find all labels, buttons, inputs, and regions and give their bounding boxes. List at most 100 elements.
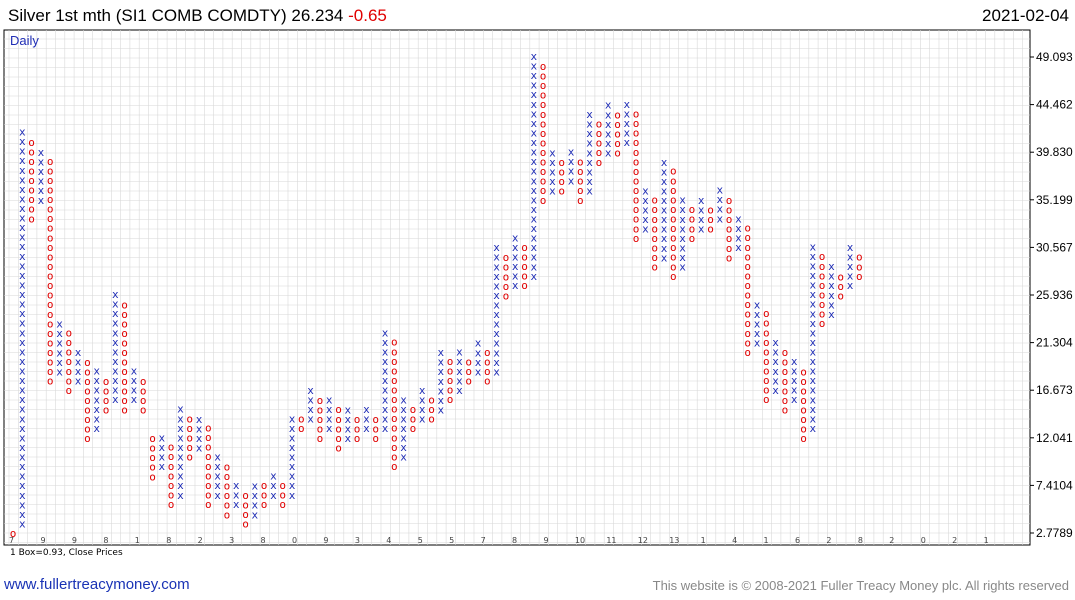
x-month-label: 11 bbox=[606, 536, 616, 545]
pnf-o-mark: o bbox=[335, 403, 342, 416]
pnf-o-mark: o bbox=[819, 250, 826, 263]
pnf-x-mark: x bbox=[679, 194, 686, 207]
pnf-x-mark: x bbox=[270, 470, 277, 483]
pnf-x-mark: x bbox=[475, 337, 482, 350]
pnf-x-mark: x bbox=[530, 50, 537, 63]
pnf-x-mark: x bbox=[493, 241, 500, 254]
x-month-label: 10 bbox=[575, 536, 585, 545]
x-month-label: 8 bbox=[166, 536, 171, 545]
pnf-o-mark: o bbox=[65, 327, 72, 340]
site-link[interactable]: www.fullertreacymoney.com bbox=[4, 576, 190, 593]
pnf-x-mark: x bbox=[196, 413, 203, 426]
pnf-o-mark: o bbox=[205, 422, 212, 435]
pnf-x-mark: x bbox=[177, 403, 184, 416]
pnf-x-mark: x bbox=[131, 364, 138, 377]
pnf-x-mark: x bbox=[112, 288, 119, 301]
pnf-x-mark: x bbox=[456, 346, 463, 359]
pnf-x-mark: x bbox=[363, 403, 370, 416]
pnf-x-mark: x bbox=[56, 318, 63, 331]
x-month-label: 8 bbox=[103, 536, 108, 545]
pnf-o-mark: o bbox=[168, 441, 175, 454]
y-tick-label: 7.4104 bbox=[1036, 478, 1073, 492]
pnf-x-mark: x bbox=[344, 404, 351, 417]
pnf-o-mark: o bbox=[149, 432, 156, 445]
x-month-label: 8 bbox=[261, 536, 266, 545]
pnf-x-mark: x bbox=[382, 326, 389, 339]
x-month-label: 2 bbox=[889, 536, 894, 545]
x-month-label: 7 bbox=[9, 536, 14, 545]
x-month-label: 2 bbox=[198, 536, 203, 545]
pnf-o-mark: o bbox=[596, 118, 603, 131]
pnf-x-mark: x bbox=[93, 365, 100, 378]
pnf-x-mark: x bbox=[754, 298, 761, 311]
pnf-x-mark: x bbox=[158, 431, 165, 444]
pnf-x-mark: x bbox=[642, 184, 649, 197]
pnf-x-mark: x bbox=[586, 108, 593, 121]
pnf-x-mark: x bbox=[791, 355, 798, 368]
y-tick-label: 39.830 bbox=[1036, 145, 1073, 159]
pnf-o-mark: o bbox=[372, 413, 379, 426]
pnf-o-mark: o bbox=[447, 355, 454, 368]
y-tick-label: 16.673 bbox=[1036, 383, 1073, 397]
box-size-note: 1 Box=0.93, Close Prices bbox=[10, 548, 123, 558]
x-month-label: 0 bbox=[921, 536, 926, 545]
pnf-x-mark: x bbox=[326, 393, 333, 406]
pnf-x-mark: x bbox=[307, 384, 314, 397]
x-month-label: 1 bbox=[701, 536, 706, 545]
pnf-o-mark: o bbox=[744, 222, 751, 235]
y-tick-label: 49.093 bbox=[1036, 50, 1073, 64]
x-month-label: 9 bbox=[40, 536, 45, 545]
y-tick-label: 12.041 bbox=[1036, 431, 1073, 445]
pnf-o-mark: o bbox=[279, 479, 286, 492]
pnf-o-mark: o bbox=[689, 203, 696, 216]
pnf-o-mark: o bbox=[121, 298, 128, 311]
pnf-x-mark: x bbox=[512, 231, 519, 244]
pnf-o-mark: o bbox=[317, 394, 324, 407]
pnf-x-mark: x bbox=[698, 194, 705, 207]
pnf-chart: oxxxxxxxxxxxxxxxxxxxxxxxxxxxxxxxxxxxxxxx… bbox=[3, 29, 1073, 546]
pnf-o-mark: o bbox=[391, 336, 398, 349]
pnf-o-mark: o bbox=[782, 346, 789, 359]
y-tick-label: 35.199 bbox=[1036, 193, 1073, 207]
pnf-o-mark: o bbox=[800, 365, 807, 378]
pnf-x-mark: x bbox=[623, 98, 630, 111]
x-month-label: 13 bbox=[669, 536, 679, 545]
pnf-x-mark: x bbox=[828, 260, 835, 273]
period-label: Daily bbox=[10, 33, 39, 48]
pnf-x-mark: x bbox=[75, 346, 82, 359]
pnf-o-mark: o bbox=[503, 251, 510, 264]
pnf-o-mark: o bbox=[558, 156, 565, 169]
x-month-label: 0 bbox=[292, 536, 297, 545]
y-tick-label: 21.304 bbox=[1036, 336, 1073, 350]
y-axis: 49.093 44.462 39.830 35.199 30.567 25.936 21.3… bbox=[1030, 50, 1073, 540]
x-month-label: 3 bbox=[229, 536, 234, 545]
pnf-o-mark: o bbox=[837, 270, 844, 283]
x-month-label: 5 bbox=[449, 536, 454, 545]
pnf-x-mark: x bbox=[233, 479, 240, 492]
x-month-label: 9 bbox=[543, 536, 548, 545]
pnf-o-mark: o bbox=[186, 412, 193, 425]
pnf-o-mark: o bbox=[242, 489, 249, 502]
y-tick-label: 25.936 bbox=[1036, 288, 1073, 302]
x-month-label: 9 bbox=[72, 536, 77, 545]
x-month-label: 4 bbox=[386, 536, 391, 545]
pnf-x-mark: x bbox=[419, 384, 426, 397]
pnf-o-mark: o bbox=[298, 412, 305, 425]
pnf-x-mark: x bbox=[19, 126, 26, 139]
x-month-label: 1 bbox=[984, 536, 989, 545]
x-month-label: 2 bbox=[826, 536, 831, 545]
pnf-o-mark: o bbox=[84, 356, 91, 369]
pnf-o-mark: o bbox=[763, 307, 770, 320]
y-tick-label: 44.462 bbox=[1036, 98, 1073, 112]
pnf-o-mark: o bbox=[707, 203, 714, 216]
pnf-x-mark: x bbox=[772, 336, 779, 349]
x-month-label: 8 bbox=[858, 536, 863, 545]
pnf-o-mark: o bbox=[726, 194, 733, 207]
pnf-o-mark: o bbox=[856, 251, 863, 264]
pnf-o-mark: o bbox=[410, 403, 417, 416]
pnf-o-mark: o bbox=[354, 413, 361, 426]
x-month-label: 3 bbox=[355, 536, 360, 545]
x-month-label: 1 bbox=[135, 536, 140, 545]
pnf-o-mark: o bbox=[670, 165, 677, 178]
y-tick-label: 2.7789 bbox=[1036, 526, 1073, 540]
